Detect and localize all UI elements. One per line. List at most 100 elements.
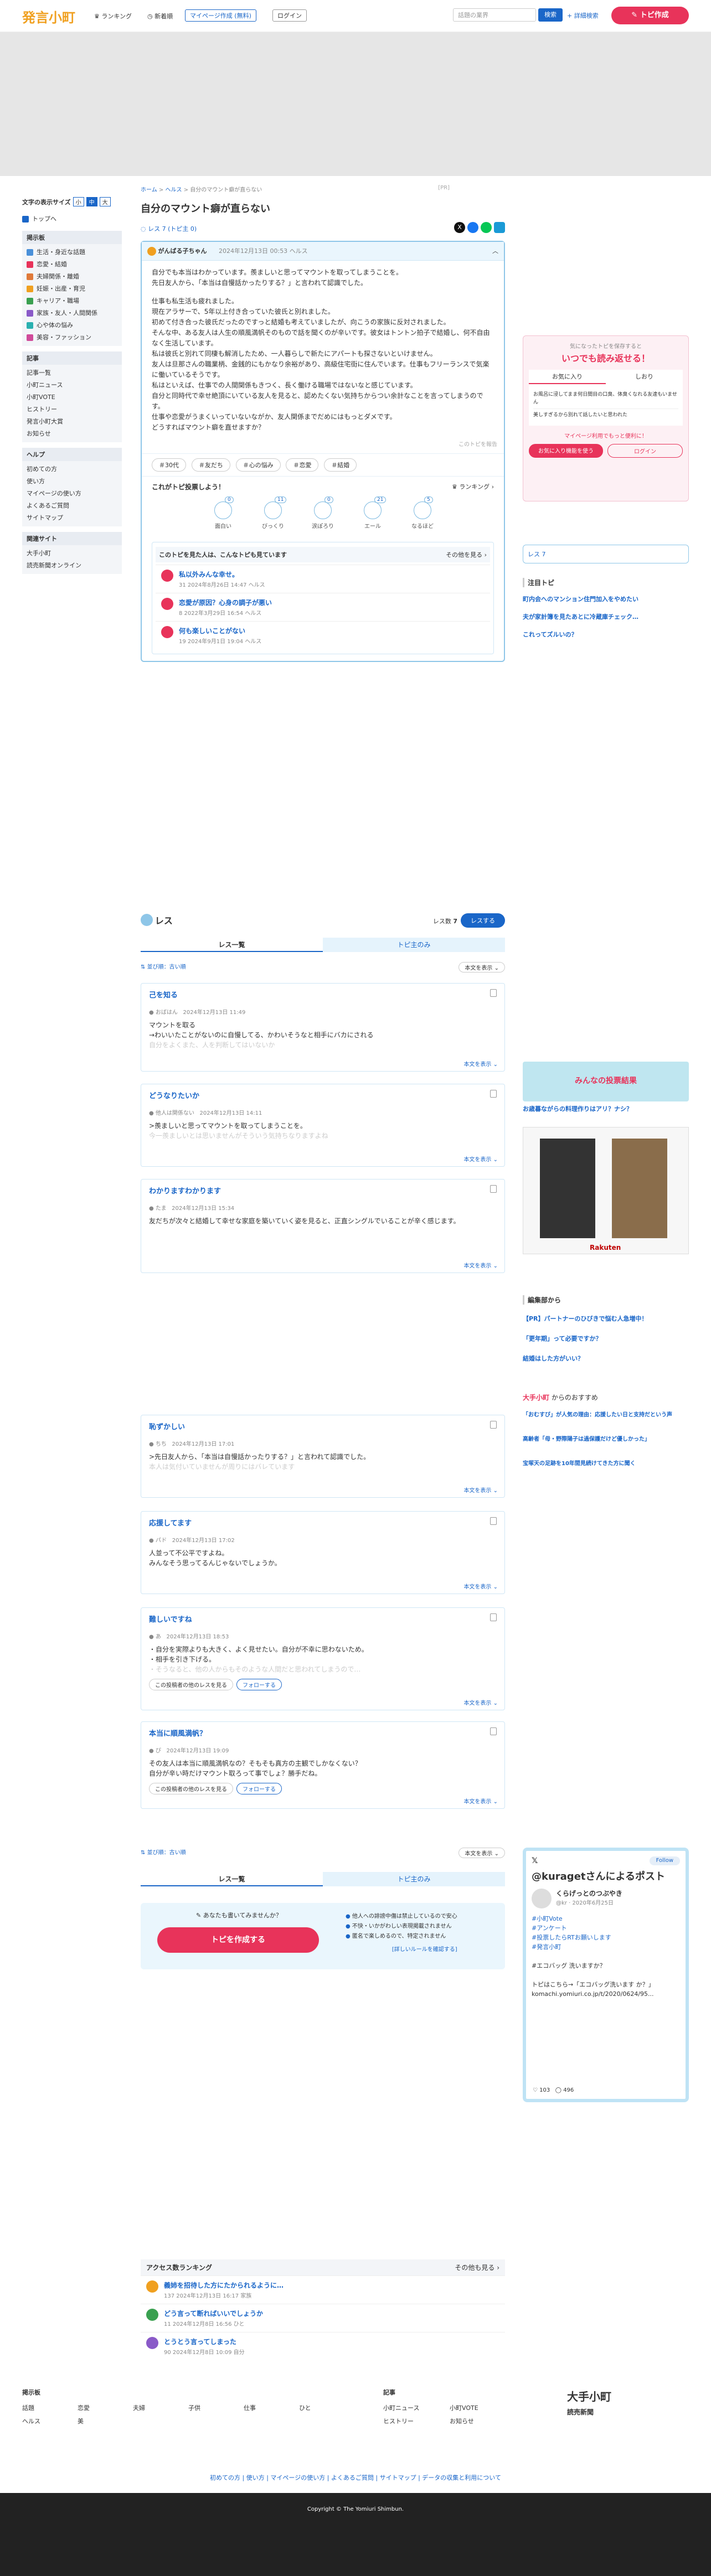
nav-new[interactable]: ◷ 新着順 (147, 12, 173, 20)
res-title[interactable]: わかりますわかります (149, 1185, 497, 1196)
sort-order[interactable]: ⇅ 並び順：古い順 (141, 964, 186, 970)
footer-board-link[interactable]: 夫婦 (133, 2403, 188, 2412)
line-share-icon[interactable] (481, 222, 492, 233)
bookmark-icon[interactable] (490, 1090, 497, 1098)
reaction-button[interactable]: 5 なるほど (398, 496, 447, 530)
res-title[interactable]: 難しいですね (149, 1613, 497, 1624)
breadcrumb-category[interactable]: ヘルス (165, 187, 182, 193)
editorial-item[interactable]: 結婚はした方がいい？ (523, 1354, 689, 1363)
sidebar-item-help[interactable]: マイページの使い方 (27, 488, 117, 500)
chevron-up-icon[interactable]: ︿ (492, 246, 498, 255)
res-mini[interactable]: レス 7 (523, 545, 689, 563)
bookmark-icon[interactable] (490, 1185, 497, 1193)
footer-board-link[interactable]: 美 (78, 2417, 133, 2425)
reaction-button[interactable]: 11 びっくり (248, 496, 298, 530)
res-title[interactable]: 己を知る (149, 989, 497, 1000)
otemachi-item[interactable]: 高齢者「母・野際陽子は過保護だけど優しかった」 (523, 1435, 689, 1444)
breadcrumb-home[interactable]: ホーム (141, 187, 157, 193)
sidebar-item-category[interactable]: キャリア・職場 (27, 295, 117, 307)
post-res-button[interactable]: レスする (461, 913, 505, 928)
show-more-link[interactable]: 本文を表示 ⌄ (463, 1797, 498, 1805)
bookmark-icon[interactable] (490, 1517, 497, 1525)
tag[interactable]: ＃恋愛 (286, 458, 319, 472)
tab-res-list[interactable]: レス一覧 (141, 938, 323, 952)
sidebar-item-kiji[interactable]: ヒストリー (27, 404, 117, 416)
res-title[interactable]: 応援してます (149, 1517, 497, 1528)
related-item[interactable]: 何も楽しいことがない 19 2024年9月1日 19:04 ヘルス (156, 621, 490, 649)
tag[interactable]: ＃結婚 (324, 458, 357, 472)
editorial-item[interactable]: 「更年期」って必要ですか？ (523, 1334, 689, 1343)
rules-link[interactable]: [詳しいルールを確認する] (346, 1945, 457, 1955)
related-item[interactable]: 私以外みんな幸せ。 31 2024年8月26日 14:47 ヘルス (156, 565, 490, 593)
tab-res-list[interactable]: レス一覧 (141, 1872, 323, 1886)
sidebar-item-kiji[interactable]: 記事一覧 (27, 367, 117, 379)
sidebar-item-kiji[interactable]: 発言小町大賞 (27, 416, 117, 428)
show-more-link[interactable]: 本文を表示 ⌄ (463, 1698, 498, 1706)
show-more-link[interactable]: 本文を表示 ⌄ (463, 1582, 498, 1590)
sidebar-item-kiji[interactable]: 小町ニュース (27, 379, 117, 391)
reaction-button[interactable]: 0 面白い (198, 496, 248, 530)
bookmark-icon[interactable] (490, 1727, 497, 1735)
vote-banner[interactable]: みんなの投票結果 (523, 1062, 689, 1101)
report-link[interactable]: このトピを報告 (142, 439, 504, 453)
chumoku-item[interactable]: 町内会へのマンション住門加入をやめたい (523, 595, 689, 604)
x-follow-button[interactable]: Follow (649, 1856, 680, 1865)
advanced-search-link[interactable]: + 詳細検索 (567, 11, 599, 20)
footer-kiji-link[interactable]: ヒストリー (383, 2417, 450, 2425)
footer-board-link[interactable]: 仕事 (244, 2403, 299, 2412)
promo-login-button[interactable]: ログイン (607, 444, 683, 458)
res-title[interactable]: どうなりたいか (149, 1090, 497, 1100)
create-topic-button[interactable]: トピを作成する (157, 1927, 319, 1953)
vote-question[interactable]: お歳暮ながらの料理作りはアリ？ナシ？ (523, 1105, 689, 1114)
follow-button[interactable]: フォローする (236, 1783, 282, 1794)
site-logo[interactable]: 発言小町 (22, 7, 75, 26)
show-more-link[interactable]: 本文を表示 ⌄ (463, 1059, 498, 1068)
font-small-button[interactable]: 小 (73, 197, 84, 206)
footer-brand-logo[interactable]: 大手小町 (567, 2388, 611, 2404)
sidebar-item-category[interactable]: 恋愛・結婚 (27, 258, 117, 271)
product-ad[interactable]: Rakuten (523, 1127, 689, 1254)
topic-author[interactable]: がんばる子ちゃん (158, 247, 207, 255)
display-select[interactable]: 本文を表示 ⌄ (458, 1848, 505, 1858)
chumoku-item[interactable]: これってズルいの？ (523, 630, 689, 639)
ranking-item[interactable]: 義姉を招待した方にたかられるように… 137 2024年12月13日 16:17 … (141, 2275, 505, 2304)
footer-board-link[interactable]: 子供 (188, 2403, 244, 2412)
show-more-link[interactable]: 本文を表示 ⌄ (463, 1486, 498, 1494)
otemachi-item[interactable]: 宝塚天の足跡を10年間見続けてきた方に聞く (523, 1460, 689, 1468)
related-item[interactable]: 恋愛が原因？心身の調子が悪い 8 2022年3月29日 16:54 ヘルス (156, 593, 490, 621)
font-large-button[interactable]: 大 (99, 197, 111, 206)
tag[interactable]: ＃心の悩み (235, 458, 281, 472)
sidebar-item-related[interactable]: 読売新聞オンライン (27, 560, 117, 572)
footer-yomiuri-logo[interactable]: 読売新聞 (567, 2407, 611, 2417)
related-more[interactable]: その他を見る › (446, 550, 487, 559)
sort-order[interactable]: ⇅ 並び順：古い順 (141, 1850, 186, 1856)
sidebar-item-kiji[interactable]: お知らせ (27, 428, 117, 440)
tab-bookmarks[interactable]: しおり (606, 370, 683, 384)
show-more-link[interactable]: 本文を表示 ⌄ (463, 1261, 498, 1269)
ranking-more[interactable]: その他も見る › (455, 2263, 499, 2272)
search-input[interactable]: 話題の業界 (453, 8, 536, 22)
reaction-button[interactable]: 21 エール (348, 496, 398, 530)
sidebar-item-category[interactable]: 家族・友人・人間関係 (27, 307, 117, 319)
footer-kiji-link[interactable]: 小町VOTE (450, 2403, 516, 2412)
display-select[interactable]: 本文を表示 ⌄ (458, 962, 505, 973)
res-title[interactable]: 恥ずかしい (149, 1421, 497, 1431)
bookmark-icon[interactable] (490, 1613, 497, 1621)
tab-topi-only[interactable]: トピ主のみ (323, 1872, 505, 1886)
ranking-item[interactable]: どう言って断ればいいでしょうか 11 2024年12月8日 16:56 ひと (141, 2304, 505, 2332)
tab-favorites[interactable]: お気に入り (529, 370, 606, 384)
footer-board-link[interactable]: 恋愛 (78, 2403, 133, 2412)
login-button[interactable]: ログイン (272, 9, 307, 22)
sidebar-item-related[interactable]: 大手小町 (27, 547, 117, 560)
topic-category[interactable]: ヘルス (290, 247, 308, 255)
show-more-link[interactable]: 本文を表示 ⌄ (463, 1155, 498, 1163)
x-share-icon[interactable]: X (454, 222, 465, 233)
bookmark-icon[interactable] (490, 989, 497, 997)
font-medium-button[interactable]: 中 (86, 197, 97, 206)
sidebar-item-category[interactable]: 美容・ファッション (27, 332, 117, 344)
footer-kiji-link[interactable]: 小町ニュース (383, 2403, 450, 2412)
res-title[interactable]: 本当に順風満帆？ (149, 1727, 497, 1738)
reaction-button[interactable]: 0 涙ぽろり (298, 496, 348, 530)
footer-board-link[interactable]: ひと (299, 2403, 354, 2412)
tag[interactable]: ＃友だち (191, 458, 230, 472)
